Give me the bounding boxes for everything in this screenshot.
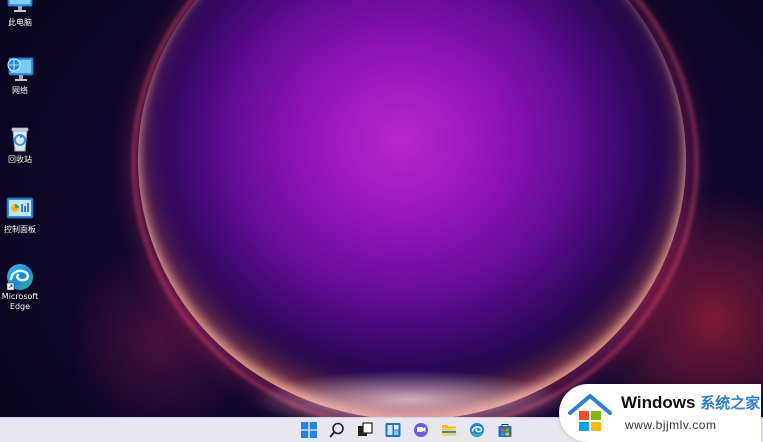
edge-icon: [470, 423, 484, 437]
store-icon: [498, 424, 512, 437]
task-view-button[interactable]: [356, 421, 374, 439]
taskbar-pinned-icons: [300, 421, 514, 439]
desktop-icon-this-pc[interactable]: 此电脑: [0, 0, 40, 28]
chat-icon: [414, 423, 428, 437]
watermark-title: Windows 系统之家: [621, 392, 760, 413]
computer-icon: [5, 0, 35, 16]
site-watermark: Windows 系统之家 www.bjjmlv.com: [559, 384, 761, 442]
recycle-bin-icon: [5, 125, 35, 153]
chat-button[interactable]: [412, 421, 430, 439]
watermark-title-cn: 系统之家: [700, 395, 761, 412]
edge-icon: [5, 262, 35, 291]
desktop-icon-label: 网络: [12, 86, 28, 95]
desktop-screen: 此电脑 网络 回收站 控制面板 Microsoft Edge Windows 系…: [0, 0, 763, 442]
watermark-title-en: Windows: [621, 393, 696, 412]
start-icon: [301, 422, 317, 438]
desktop-icon-microsoft-edge[interactable]: Microsoft Edge: [0, 262, 40, 312]
control-panel-icon: [5, 195, 35, 223]
search-icon: [329, 422, 344, 438]
start-button[interactable]: [300, 421, 318, 439]
desktop-icon-control-panel[interactable]: 控制面板: [0, 195, 40, 235]
network-icon: [5, 56, 35, 84]
watermark-url: www.bjjmlv.com: [625, 418, 717, 432]
desktop-icon-label: 此电脑: [8, 18, 32, 27]
desktop-icon-network[interactable]: 网络: [0, 56, 40, 96]
windows-house-logo-icon: [568, 394, 612, 431]
widgets-icon: [385, 423, 401, 437]
file-explorer-icon: [442, 425, 456, 436]
desktop-icon-label: Microsoft Edge: [1, 292, 39, 311]
file-explorer-button[interactable]: [440, 421, 458, 439]
desktop-icon-label: 回收站: [8, 155, 32, 164]
widgets-button[interactable]: [384, 421, 402, 439]
store-button[interactable]: [496, 421, 514, 439]
desktop-icon-label: 控制面板: [4, 225, 36, 234]
search-button[interactable]: [328, 421, 346, 439]
desktop-icon-recycle-bin[interactable]: 回收站: [0, 125, 40, 165]
task-view-icon: [358, 422, 373, 436]
edge-taskbar-button[interactable]: [468, 421, 486, 439]
